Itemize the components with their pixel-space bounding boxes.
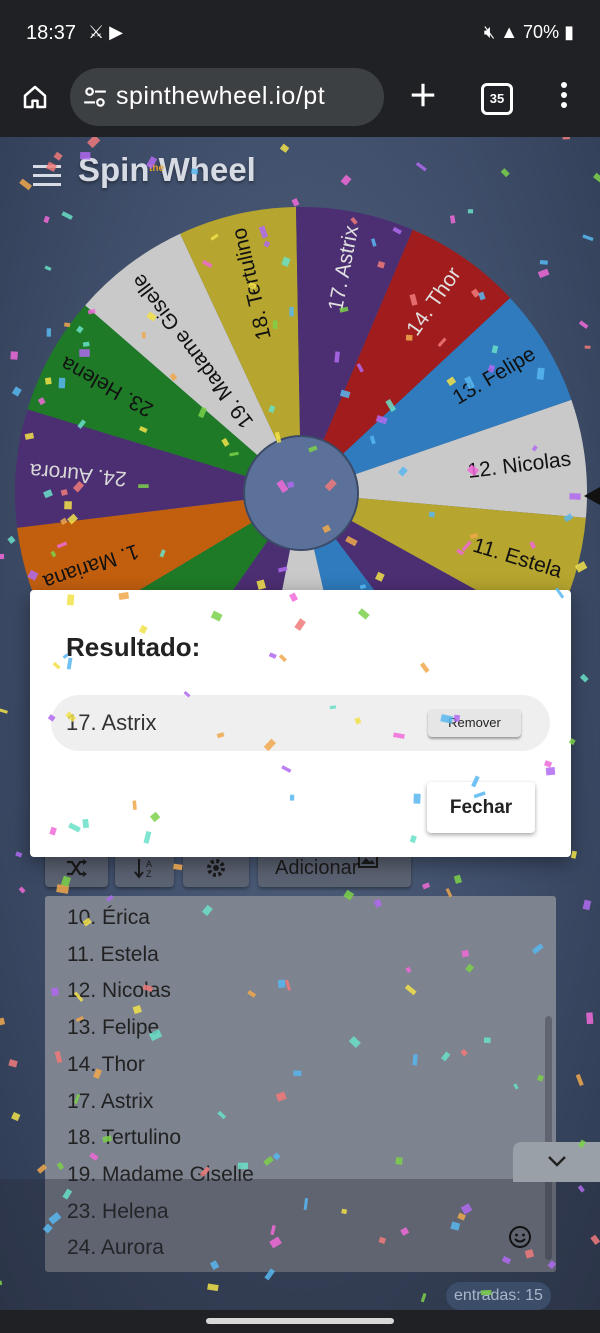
more-options-icon[interactable] — [552, 80, 576, 110]
modal-title: Resultado: — [66, 632, 201, 662]
status-right: 🔇︎ ▲ 70% ▮ — [484, 22, 574, 43]
result-row: 17. Astrix Remover — [51, 695, 550, 751]
result-modal: Resultado: 17. Astrix Remover Fechar — [30, 590, 571, 857]
battery-icon: ▮ — [564, 22, 574, 42]
signal-icon: ▲ — [500, 22, 519, 42]
mute-icon: 🔇︎ — [483, 22, 496, 42]
result-text: 17. Astrix — [66, 710, 157, 735]
home-icon[interactable] — [20, 82, 50, 112]
site-settings-icon[interactable] — [82, 84, 108, 110]
status-time: 18:37 — [26, 22, 77, 44]
tab-switcher-button[interactable]: 35 — [481, 83, 513, 115]
browser-toolbar: spinthewheel.io/pt 35 — [0, 66, 600, 136]
url-text: spinthewheel.io/pt — [116, 82, 326, 110]
battery-text: 70% — [523, 22, 560, 42]
new-tab-icon[interactable] — [408, 80, 438, 110]
page-content: Spin Wheel the 24. Aurora 23. Helena 19. M… — [0, 137, 600, 1310]
close-button[interactable]: Fechar — [427, 782, 535, 833]
notification-icons: ⚔ ▶ — [88, 22, 123, 42]
modal-overlay: Resultado: 17. Astrix Remover Fechar — [0, 137, 600, 1310]
navigation-bar — [0, 1310, 600, 1333]
remove-button[interactable]: Remover — [428, 709, 521, 737]
gesture-handle[interactable] — [206, 1318, 394, 1324]
status-bar: 18:37 ⚔ ▶ 🔇︎ ▲ 70% ▮ — [0, 0, 600, 66]
address-bar[interactable]: spinthewheel.io/pt — [70, 68, 384, 126]
